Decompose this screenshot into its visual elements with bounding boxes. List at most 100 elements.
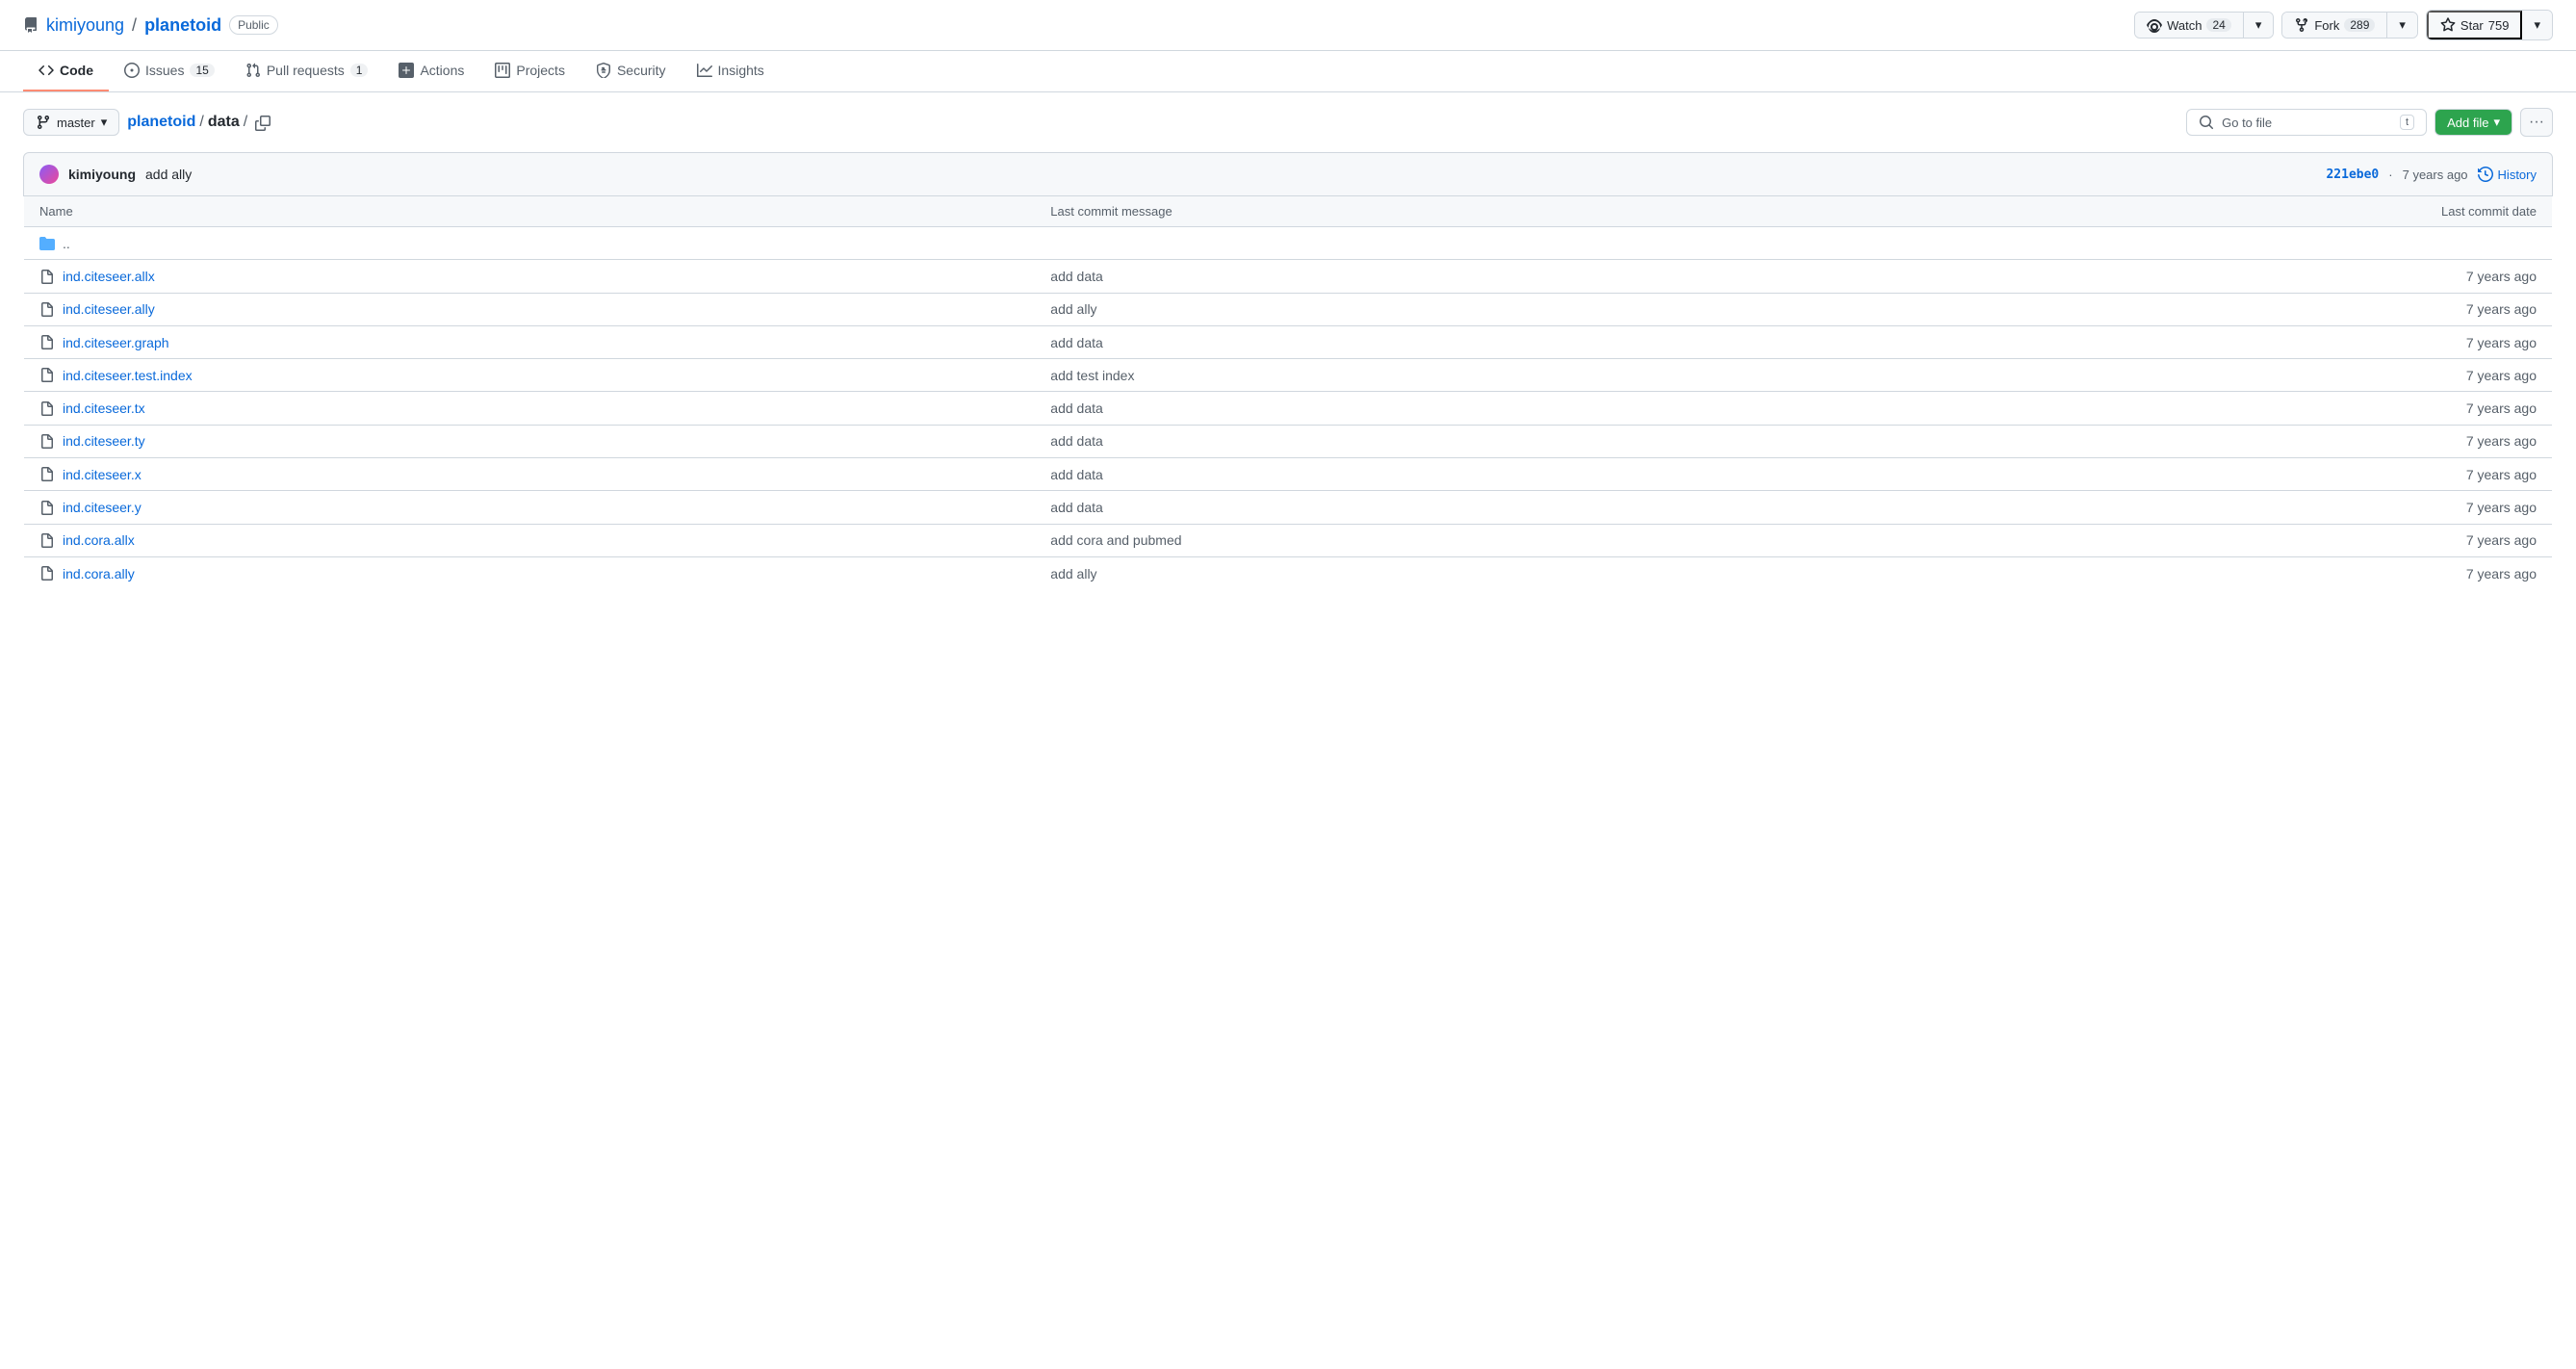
file-link[interactable]: ind.citeseer.tx [63, 400, 145, 416]
file-name-cell: ind.citeseer.allx [24, 260, 1036, 293]
star-count: 759 [2488, 18, 2510, 33]
file-name-cell: .. [24, 227, 1036, 260]
folder-up-icon [39, 235, 55, 251]
commit-msg-cell: add ally [1035, 293, 2047, 325]
add-file-button[interactable]: Add file ▾ [2434, 109, 2512, 136]
search-shortcut: t [2400, 115, 2414, 130]
fork-dropdown[interactable]: ▾ [2387, 13, 2417, 38]
commit-msg-cell: add data [1035, 325, 2047, 358]
commit-msg-cell: add cora and pubmed [1035, 524, 2047, 556]
commit-msg-cell: add data [1035, 425, 2047, 457]
commit-msg-cell: add data [1035, 260, 2047, 293]
star-icon [2440, 17, 2456, 33]
repo-icon [23, 17, 39, 33]
commit-msg-cell: add ally [1035, 556, 2047, 589]
tab-insights[interactable]: Insights [682, 51, 780, 91]
security-icon [596, 63, 611, 78]
file-link[interactable]: ind.cora.ally [63, 566, 135, 581]
file-link[interactable]: ind.cora.allx [63, 532, 135, 548]
commit-date-cell: 7 years ago [2047, 260, 2552, 293]
commit-message: add ally [145, 167, 192, 182]
issues-badge: 15 [190, 64, 214, 77]
branch-chevron: ▾ [101, 115, 108, 130]
commit-date-cell: 7 years ago [2047, 491, 2552, 524]
file-link[interactable]: ind.citeseer.graph [63, 335, 169, 350]
fork-icon [2294, 17, 2309, 33]
breadcrumb: planetoid / data / [127, 114, 247, 131]
commit-date-cell [2047, 227, 2552, 260]
fork-button[interactable]: Fork 289 [2282, 13, 2387, 38]
file-link[interactable]: .. [63, 236, 70, 251]
eye-icon [2147, 17, 2162, 33]
file-name-cell: ind.citeseer.y [24, 491, 1036, 524]
add-file-label: Add file [2447, 116, 2488, 130]
pr-badge: 1 [350, 64, 369, 77]
search-file-input[interactable]: Go to file t [2186, 109, 2427, 136]
commit-msg-cell: add data [1035, 491, 2047, 524]
file-link[interactable]: ind.citeseer.ally [63, 301, 155, 317]
repo-name[interactable]: planetoid [144, 15, 221, 36]
breadcrumb-repo[interactable]: planetoid [127, 114, 195, 131]
tab-actions[interactable]: Actions [383, 51, 479, 91]
author-avatar [39, 165, 59, 184]
commit-msg-cell: add data [1035, 392, 2047, 425]
branch-selector[interactable]: master ▾ [23, 109, 119, 136]
commit-date: 7 years ago [2403, 168, 2468, 182]
file-link[interactable]: ind.citeseer.x [63, 467, 142, 482]
tab-pr-label: Pull requests [267, 63, 345, 78]
more-options-button[interactable]: ··· [2520, 108, 2553, 137]
issues-icon [124, 63, 140, 78]
tab-security-label: Security [617, 63, 666, 78]
watch-button[interactable]: Watch 24 [2135, 13, 2244, 38]
file-link[interactable]: ind.citeseer.ty [63, 433, 145, 449]
tab-pull-requests[interactable]: Pull requests 1 [230, 51, 384, 91]
file-name-cell: ind.citeseer.ally [24, 293, 1036, 325]
star-dropdown[interactable]: ▾ [2522, 11, 2552, 39]
file-name-cell: ind.cora.ally [24, 556, 1036, 589]
commit-time: · [2388, 168, 2392, 182]
commit-date-cell: 7 years ago [2047, 556, 2552, 589]
tab-projects[interactable]: Projects [479, 51, 580, 91]
breadcrumb-folder: data [208, 114, 240, 131]
file-icon [39, 565, 55, 581]
file-name-cell: ind.cora.allx [24, 524, 1036, 556]
commit-msg-cell: add data [1035, 458, 2047, 491]
file-path-right: Go to file t Add file ▾ ··· [2186, 108, 2553, 137]
commit-date-cell: 7 years ago [2047, 458, 2552, 491]
branch-icon [36, 115, 51, 130]
file-name-cell: ind.citeseer.graph [24, 325, 1036, 358]
file-link[interactable]: ind.citeseer.y [63, 500, 142, 515]
visibility-badge: Public [229, 15, 278, 35]
commit-date-cell: 7 years ago [2047, 425, 2552, 457]
commit-hash[interactable]: 221ebe0 [2326, 168, 2379, 182]
tab-security[interactable]: Security [580, 51, 682, 91]
commit-author[interactable]: kimiyoung [68, 167, 136, 182]
tab-code-label: Code [60, 63, 93, 78]
header-actions: Watch 24 ▾ Fork 289 ▾ Star 759 [2134, 10, 2553, 40]
star-button[interactable]: Star 759 [2427, 11, 2523, 39]
tab-projects-label: Projects [516, 63, 565, 78]
repo-title: kimiyoung / planetoid Public [23, 15, 278, 36]
commit-date-cell: 7 years ago [2047, 524, 2552, 556]
fork-group: Fork 289 ▾ [2281, 12, 2418, 39]
tab-issues[interactable]: Issues 15 [109, 51, 230, 91]
file-table: Name Last commit message Last commit dat… [23, 196, 2553, 590]
history-link[interactable]: History [2478, 167, 2537, 182]
copy-path-button[interactable] [255, 114, 270, 130]
file-link[interactable]: ind.citeseer.allx [63, 269, 155, 284]
file-icon [39, 499, 55, 515]
tab-insights-label: Insights [718, 63, 764, 78]
table-row: ind.citeseer.graphadd data7 years ago [24, 325, 2553, 358]
commit-bar-left: kimiyoung add ally [39, 165, 192, 184]
commit-date-cell: 7 years ago [2047, 392, 2552, 425]
commit-msg-cell [1035, 227, 2047, 260]
repo-owner[interactable]: kimiyoung [46, 15, 124, 36]
watch-dropdown[interactable]: ▾ [2244, 13, 2274, 38]
file-link[interactable]: ind.citeseer.test.index [63, 368, 193, 383]
tab-code[interactable]: Code [23, 51, 109, 91]
branch-name: master [57, 116, 95, 130]
search-file-placeholder: Go to file [2222, 116, 2272, 130]
file-path-left: master ▾ planetoid / data / [23, 109, 270, 136]
table-row: .. [24, 227, 2553, 260]
commit-msg-cell: add test index [1035, 359, 2047, 392]
